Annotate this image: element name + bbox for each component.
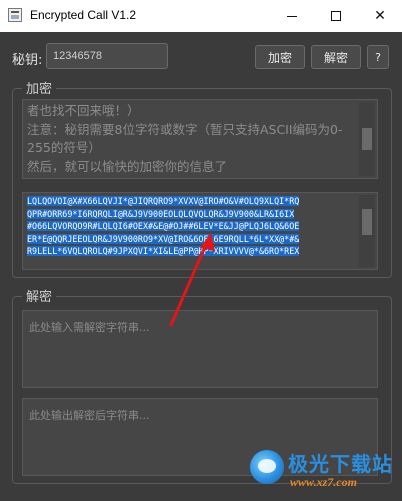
ciphertext-scroll-thumb[interactable] xyxy=(362,209,372,235)
decrypt-input-area[interactable]: 此处输入需解密字符串... xyxy=(22,310,378,388)
cipher-line: LQLQOVOI@X#X66LQVJI*@JIQRQRO9*XVXV@IRO#O… xyxy=(27,196,300,206)
plaintext-area[interactable]: 者也找不回来哦！） 注意：秘钥需要8位字符或数字（暂只支持ASCII编码为0-2… xyxy=(22,99,378,179)
watermark-brand: 极光下载站 xyxy=(288,452,393,476)
maximize-button[interactable] xyxy=(314,0,358,32)
key-input[interactable]: 12346578 xyxy=(46,43,168,69)
watermark-logo-icon xyxy=(250,450,284,484)
plaintext-scrollbar[interactable] xyxy=(359,102,375,176)
encrypt-button[interactable]: 加密 xyxy=(255,45,305,69)
cipher-line: QPR#ORR69*I6RQRQLI@R&J9V900EOLQLQVQLQR&J… xyxy=(27,208,295,219)
decrypt-group-title: 解密 xyxy=(22,286,57,305)
watermark: 极光下载站 www.xz7.com xyxy=(250,444,400,498)
decrypt-button[interactable]: 解密 xyxy=(311,45,361,69)
close-button[interactable]: ✕ xyxy=(358,0,402,32)
cipher-line: #O66LQVORQO9R#LQLQI6#OEX#&E@#OJ##6LEV*E&… xyxy=(27,221,300,232)
app-icon xyxy=(8,8,22,22)
encrypt-group-title: 加密 xyxy=(22,78,57,97)
title-bar: Encrypted Call V1.2 ✕ xyxy=(0,0,402,32)
maximize-icon xyxy=(331,11,341,21)
help-button[interactable]: ? xyxy=(367,45,389,69)
minimize-icon xyxy=(287,15,297,17)
ciphertext-scrollbar[interactable] xyxy=(359,195,375,267)
window-title: Encrypted Call V1.2 xyxy=(30,8,137,22)
watermark-url: www.xz7.com xyxy=(290,475,357,489)
key-label: 秘钥: xyxy=(12,53,43,68)
close-icon: ✕ xyxy=(374,8,386,24)
cipher-line: R9LELL*6VQLQROLQ#9JPXQVI*XI&LE@PP@RP*XRI… xyxy=(27,246,300,257)
cipher-line: ER*E@QQRJEEOLQR&J9V900RO9*XV@IRO&6OEL6E9… xyxy=(27,233,300,244)
minimize-button[interactable] xyxy=(270,0,314,32)
ciphertext-area[interactable]: LQLQOVOI@X#X66LQVJI*@JIQRQRO9*XVXV@IRO#O… xyxy=(22,192,378,270)
plaintext-content: 者也找不回来哦！） 注意：秘钥需要8位字符或数字（暂只支持ASCII编码为0-2… xyxy=(27,103,343,174)
decrypt-output-placeholder: 此处输出解密后字符串... xyxy=(29,409,150,422)
decrypt-input-placeholder: 此处输入需解密字符串... xyxy=(29,321,150,334)
plaintext-scroll-thumb[interactable] xyxy=(362,128,372,150)
ciphertext-content: LQLQOVOI@X#X66LQVJI*@JIQRQRO9*XVXV@IRO#O… xyxy=(27,195,359,258)
